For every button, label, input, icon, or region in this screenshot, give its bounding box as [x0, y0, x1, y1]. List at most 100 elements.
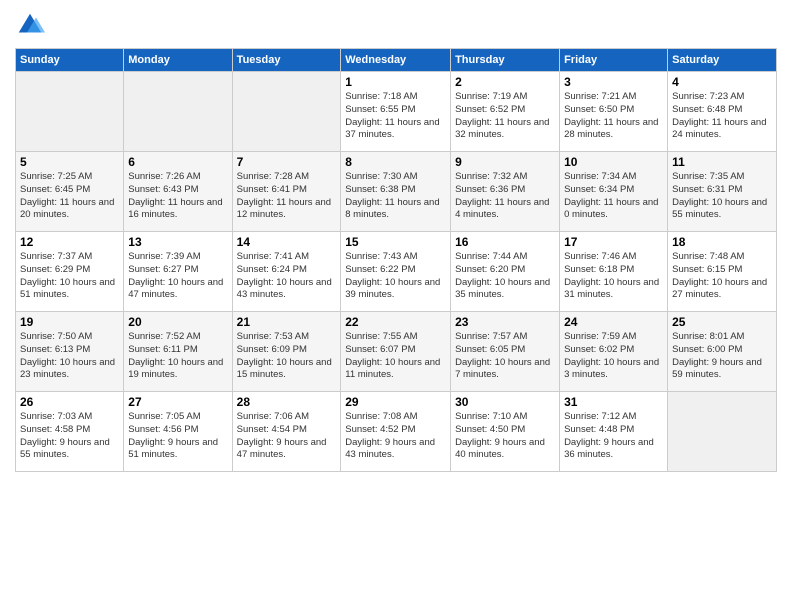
calendar-cell: 14 Sunrise: 7:41 AMSunset: 6:24 PMDayligh…: [232, 232, 341, 312]
calendar-cell: 30 Sunrise: 7:10 AMSunset: 4:50 PMDayligh…: [451, 392, 560, 472]
calendar-week-row: 26Sunrise: 7:03 AMSunset: 4:58 PMDayligh…: [16, 392, 777, 472]
col-header-friday: Friday: [560, 49, 668, 72]
calendar-cell: [124, 72, 232, 152]
day-number: 8: [345, 155, 446, 169]
day-number: 22: [345, 315, 446, 329]
col-header-wednesday: Wednesday: [341, 49, 451, 72]
day-number: 16: [455, 235, 555, 249]
day-info: Sunrise: 7:46 AMSunset: 6:18 PMDaylight:…: [564, 251, 663, 302]
day-number: 4: [672, 75, 772, 89]
day-info: Sunrise: 7:50 AMSunset: 6:13 PMDaylight:…: [20, 331, 119, 382]
day-number: 21: [237, 315, 337, 329]
calendar-cell: 13Sunrise: 7:39 AMSunset: 6:27 PMDayligh…: [124, 232, 232, 312]
calendar-cell: [668, 392, 777, 472]
col-header-sunday: Sunday: [16, 49, 124, 72]
calendar-cell: [16, 72, 124, 152]
calendar-week-row: 19 Sunrise: 7:50 AMSunset: 6:13 PMDayligh…: [16, 312, 777, 392]
day-info: Sunrise: 7:39 AMSunset: 6:27 PMDaylight:…: [128, 251, 227, 302]
col-header-thursday: Thursday: [451, 49, 560, 72]
day-number: 28: [237, 395, 337, 409]
day-number: 14: [237, 235, 337, 249]
day-info: Sunrise: 7:48 AMSunset: 6:15 PMDaylight:…: [672, 251, 772, 302]
calendar-cell: 8 Sunrise: 7:30 AMSunset: 6:38 PMDaylight…: [341, 152, 451, 232]
calendar-cell: 11Sunrise: 7:35 AMSunset: 6:31 PMDayligh…: [668, 152, 777, 232]
day-info: Sunrise: 7:32 AMSunset: 6:36 PMDaylight:…: [455, 171, 555, 222]
day-info: Sunrise: 7:55 AMSunset: 6:07 PMDaylight:…: [345, 331, 446, 382]
day-number: 5: [20, 155, 119, 169]
day-number: 23: [455, 315, 555, 329]
col-header-tuesday: Tuesday: [232, 49, 341, 72]
calendar-week-row: 5 Sunrise: 7:25 AMSunset: 6:45 PMDaylight…: [16, 152, 777, 232]
day-info: Sunrise: 7:30 AMSunset: 6:38 PMDaylight:…: [345, 171, 446, 222]
calendar-cell: 9Sunrise: 7:32 AMSunset: 6:36 PMDaylight…: [451, 152, 560, 232]
calendar-cell: 16 Sunrise: 7:44 AMSunset: 6:20 PMDayligh…: [451, 232, 560, 312]
calendar-cell: 29 Sunrise: 7:08 AMSunset: 4:52 PMDayligh…: [341, 392, 451, 472]
day-info: Sunrise: 7:12 AMSunset: 4:48 PMDaylight:…: [564, 411, 663, 462]
day-info: Sunrise: 7:59 AMSunset: 6:02 PMDaylight:…: [564, 331, 663, 382]
day-info: Sunrise: 7:28 AMSunset: 6:41 PMDaylight:…: [237, 171, 337, 222]
day-number: 30: [455, 395, 555, 409]
day-info: Sunrise: 7:35 AMSunset: 6:31 PMDaylight:…: [672, 171, 772, 222]
calendar-cell: 19 Sunrise: 7:50 AMSunset: 6:13 PMDayligh…: [16, 312, 124, 392]
calendar-cell: 7 Sunrise: 7:28 AMSunset: 6:41 PMDaylight…: [232, 152, 341, 232]
day-number: 10: [564, 155, 663, 169]
day-number: 3: [564, 75, 663, 89]
col-header-monday: Monday: [124, 49, 232, 72]
calendar-cell: 22 Sunrise: 7:55 AMSunset: 6:07 PMDayligh…: [341, 312, 451, 392]
day-number: 15: [345, 235, 446, 249]
day-info: Sunrise: 7:10 AMSunset: 4:50 PMDaylight:…: [455, 411, 555, 462]
day-number: 18: [672, 235, 772, 249]
calendar-cell: [232, 72, 341, 152]
calendar-cell: 28 Sunrise: 7:06 AMSunset: 4:54 PMDayligh…: [232, 392, 341, 472]
calendar-cell: 20 Sunrise: 7:52 AMSunset: 6:11 PMDayligh…: [124, 312, 232, 392]
calendar-cell: 10 Sunrise: 7:34 AMSunset: 6:34 PMDayligh…: [560, 152, 668, 232]
calendar-cell: 26Sunrise: 7:03 AMSunset: 4:58 PMDayligh…: [16, 392, 124, 472]
calendar-week-row: 1Sunrise: 7:18 AMSunset: 6:55 PMDaylight…: [16, 72, 777, 152]
day-info: Sunrise: 7:06 AMSunset: 4:54 PMDaylight:…: [237, 411, 337, 462]
day-info: Sunrise: 7:08 AMSunset: 4:52 PMDaylight:…: [345, 411, 446, 462]
day-info: Sunrise: 7:25 AMSunset: 6:45 PMDaylight:…: [20, 171, 119, 222]
calendar-cell: 27Sunrise: 7:05 AMSunset: 4:56 PMDayligh…: [124, 392, 232, 472]
day-number: 20: [128, 315, 227, 329]
day-number: 24: [564, 315, 663, 329]
day-info: Sunrise: 7:52 AMSunset: 6:11 PMDaylight:…: [128, 331, 227, 382]
page: SundayMondayTuesdayWednesdayThursdayFrid…: [0, 0, 792, 612]
day-number: 7: [237, 155, 337, 169]
calendar-cell: 3Sunrise: 7:21 AMSunset: 6:50 PMDaylight…: [560, 72, 668, 152]
day-number: 25: [672, 315, 772, 329]
day-info: Sunrise: 7:57 AMSunset: 6:05 PMDaylight:…: [455, 331, 555, 382]
day-number: 31: [564, 395, 663, 409]
day-info: Sunrise: 7:23 AMSunset: 6:48 PMDaylight:…: [672, 91, 772, 142]
calendar-week-row: 12Sunrise: 7:37 AMSunset: 6:29 PMDayligh…: [16, 232, 777, 312]
calendar-cell: 15 Sunrise: 7:43 AMSunset: 6:22 PMDayligh…: [341, 232, 451, 312]
day-info: Sunrise: 7:37 AMSunset: 6:29 PMDaylight:…: [20, 251, 119, 302]
calendar-cell: 4 Sunrise: 7:23 AMSunset: 6:48 PMDaylight…: [668, 72, 777, 152]
day-number: 17: [564, 235, 663, 249]
day-info: Sunrise: 7:26 AMSunset: 6:43 PMDaylight:…: [128, 171, 227, 222]
day-number: 19: [20, 315, 119, 329]
header: [15, 10, 777, 40]
logo-icon: [15, 10, 45, 40]
calendar-cell: 21Sunrise: 7:53 AMSunset: 6:09 PMDayligh…: [232, 312, 341, 392]
calendar-cell: 17 Sunrise: 7:46 AMSunset: 6:18 PMDayligh…: [560, 232, 668, 312]
calendar-cell: 31 Sunrise: 7:12 AMSunset: 4:48 PMDayligh…: [560, 392, 668, 472]
day-info: Sunrise: 7:41 AMSunset: 6:24 PMDaylight:…: [237, 251, 337, 302]
calendar-cell: 5 Sunrise: 7:25 AMSunset: 6:45 PMDaylight…: [16, 152, 124, 232]
day-number: 29: [345, 395, 446, 409]
calendar-cell: 24 Sunrise: 7:59 AMSunset: 6:02 PMDayligh…: [560, 312, 668, 392]
calendar-cell: 23 Sunrise: 7:57 AMSunset: 6:05 PMDayligh…: [451, 312, 560, 392]
calendar-cell: 25 Sunrise: 8:01 AMSunset: 6:00 PMDayligh…: [668, 312, 777, 392]
col-header-saturday: Saturday: [668, 49, 777, 72]
day-number: 1: [345, 75, 446, 89]
day-info: Sunrise: 8:01 AMSunset: 6:00 PMDaylight:…: [672, 331, 772, 382]
day-info: Sunrise: 7:34 AMSunset: 6:34 PMDaylight:…: [564, 171, 663, 222]
day-info: Sunrise: 7:44 AMSunset: 6:20 PMDaylight:…: [455, 251, 555, 302]
calendar-table: SundayMondayTuesdayWednesdayThursdayFrid…: [15, 48, 777, 472]
calendar-cell: 1Sunrise: 7:18 AMSunset: 6:55 PMDaylight…: [341, 72, 451, 152]
day-number: 6: [128, 155, 227, 169]
day-info: Sunrise: 7:43 AMSunset: 6:22 PMDaylight:…: [345, 251, 446, 302]
day-number: 27: [128, 395, 227, 409]
logo: [15, 10, 50, 40]
calendar-cell: 18 Sunrise: 7:48 AMSunset: 6:15 PMDayligh…: [668, 232, 777, 312]
day-info: Sunrise: 7:03 AMSunset: 4:58 PMDaylight:…: [20, 411, 119, 462]
